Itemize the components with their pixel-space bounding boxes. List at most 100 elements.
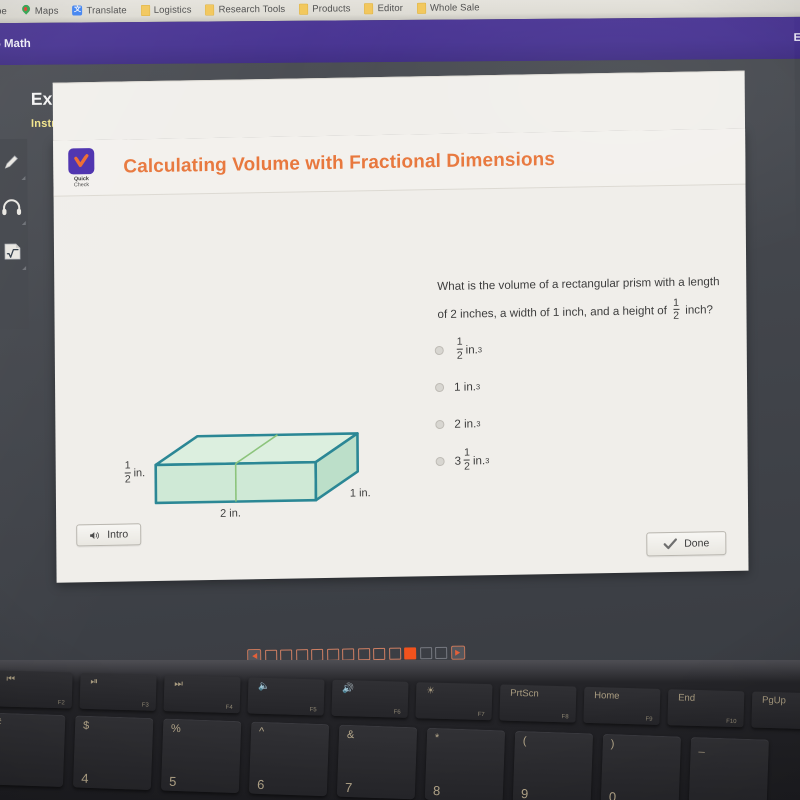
key-fn-label: F7 bbox=[477, 711, 485, 719]
folder-icon bbox=[299, 3, 309, 15]
bookmark-item-whole-sale[interactable]: Whole Sale bbox=[410, 0, 487, 19]
key-f4[interactable]: ⏭ F4 bbox=[163, 675, 241, 714]
lesson-page-body: Exploring Volume of a Rectangular Prism … bbox=[0, 58, 800, 672]
key-f3[interactable]: ⏯ F3 bbox=[79, 672, 157, 711]
folder-icon bbox=[364, 2, 374, 14]
bookmark-item-maps[interactable]: Maps bbox=[14, 0, 66, 22]
pager-square-11[interactable] bbox=[419, 647, 432, 660]
choice-option-a[interactable]: 1 2 in. 3 bbox=[434, 335, 489, 362]
fraction-numerator: 1 bbox=[673, 296, 679, 309]
question-text: What is the volume of a rectangular pris… bbox=[437, 267, 777, 329]
key-label: 8 bbox=[432, 782, 441, 799]
laptop-keyboard: ⏮ F2 ⏯ F3 ⏭ F4 🔈 F5 🔊 F6 ☀ F7 PrtScn F8 … bbox=[0, 660, 800, 800]
sqrt-calculator-icon bbox=[4, 243, 20, 260]
screen-area: be Maps 文 Translate Logistics Research T… bbox=[0, 0, 800, 672]
intro-button[interactable]: Intro bbox=[76, 523, 142, 547]
bookmark-label: Translate bbox=[86, 4, 127, 16]
card-footer bbox=[52, 70, 746, 141]
choice-label: 3 1 2 in. 3 bbox=[455, 446, 490, 473]
key-f10[interactable]: End F10 bbox=[667, 689, 745, 728]
key-label: 6 bbox=[256, 776, 265, 793]
answer-choices: 1 2 in. 3 1 in. 3 2 in. 3 3 1 2 in. 3 bbox=[434, 335, 490, 473]
key-3[interactable]: # 3 bbox=[0, 712, 66, 788]
key-label: 3 bbox=[0, 768, 1, 783]
key-9[interactable]: ( 9 bbox=[512, 730, 594, 800]
key-f7[interactable]: ☀ F7 bbox=[415, 682, 493, 721]
key-label: 0 bbox=[608, 789, 617, 800]
question-line-2-part-a: of 2 inches, a width of 1 inch, and a he… bbox=[437, 304, 667, 322]
key-f6[interactable]: 🔊 F6 bbox=[331, 679, 409, 718]
card-title: Calculating Volume with Fractional Dimen… bbox=[123, 148, 556, 178]
radio-button[interactable] bbox=[435, 456, 445, 466]
bookmark-item-products[interactable]: Products bbox=[292, 0, 357, 20]
done-button[interactable]: Done bbox=[646, 531, 727, 557]
radio-button[interactable] bbox=[435, 382, 445, 392]
pager-square-10-current[interactable] bbox=[404, 647, 417, 660]
key-glyph: 🔈 bbox=[258, 680, 271, 693]
key-minus[interactable]: _ - bbox=[688, 736, 770, 800]
prism-figure: 1 2 in. 2 in. 1 in. bbox=[125, 425, 372, 534]
bookmark-item-editor[interactable]: Editor bbox=[357, 0, 410, 19]
key-shift-label: # bbox=[0, 717, 1, 729]
key-shift-label: ^ bbox=[258, 725, 265, 739]
pager-square-9[interactable] bbox=[388, 647, 401, 660]
highlighter-tool[interactable] bbox=[0, 139, 27, 184]
key-glyph: PrtScn bbox=[510, 687, 539, 700]
choice-whole: 2 bbox=[454, 417, 461, 431]
choice-exponent: 3 bbox=[475, 381, 481, 391]
choice-exponent: 3 bbox=[485, 455, 490, 465]
key-f11[interactable]: PgUp F11 bbox=[751, 691, 800, 730]
key-f9[interactable]: Home F9 bbox=[583, 686, 661, 725]
choice-option-b[interactable]: 1 in. 3 bbox=[435, 375, 489, 398]
fraction-numerator: 1 bbox=[456, 335, 463, 348]
key-5[interactable]: % 5 bbox=[160, 718, 242, 794]
language-selector[interactable]: Eng bbox=[794, 32, 800, 44]
key-shift-label: ) bbox=[610, 738, 615, 751]
bookmark-item[interactable]: be bbox=[0, 0, 14, 22]
pencil-icon bbox=[4, 154, 18, 169]
pager-square-8[interactable] bbox=[373, 647, 386, 661]
choice-fraction: 1 2 bbox=[456, 335, 463, 362]
calculator-tool[interactable] bbox=[0, 229, 28, 274]
key-label: 4 bbox=[80, 770, 89, 786]
key-shift-label: & bbox=[346, 728, 355, 742]
map-pin-icon bbox=[21, 5, 31, 17]
question-line-2: of 2 inches, a width of 1 inch, and a he… bbox=[437, 295, 777, 329]
bookmark-item-logistics[interactable]: Logistics bbox=[134, 0, 199, 21]
key-f5[interactable]: 🔈 F5 bbox=[247, 677, 325, 716]
bookmark-label: Products bbox=[312, 2, 351, 15]
key-fn-label: F4 bbox=[225, 704, 233, 711]
pager-next-button[interactable] bbox=[450, 645, 465, 660]
audio-tool[interactable] bbox=[0, 184, 28, 229]
activity-card: Quick Check Calculating Volume with Frac… bbox=[52, 70, 749, 583]
folder-icon bbox=[416, 2, 427, 14]
key-glyph: Home bbox=[594, 690, 620, 702]
key-shift-label: * bbox=[434, 732, 440, 745]
pager-square-12[interactable] bbox=[435, 646, 448, 660]
rectangular-prism-illustration bbox=[154, 432, 360, 505]
key-label: 9 bbox=[520, 786, 529, 800]
key-7[interactable]: & 7 bbox=[336, 724, 418, 800]
fraction-denominator: 2 bbox=[464, 458, 471, 473]
key-8[interactable]: * 8 bbox=[424, 727, 506, 800]
pager-square-7[interactable] bbox=[357, 648, 370, 661]
pager-square-6[interactable] bbox=[342, 648, 355, 661]
key-shift-label: $ bbox=[82, 719, 90, 732]
choice-option-c[interactable]: 2 in. 3 bbox=[435, 412, 489, 435]
number-key-row: # 3 $ 4 % 5 ^ 6 & 7 * 8 bbox=[0, 712, 770, 800]
key-0[interactable]: ) 0 bbox=[600, 733, 682, 800]
choice-unit: in. bbox=[465, 342, 478, 357]
radio-button[interactable] bbox=[435, 419, 445, 429]
bookmark-item-translate[interactable]: 文 Translate bbox=[65, 0, 133, 22]
key-6[interactable]: ^ 6 bbox=[248, 721, 330, 797]
bookmark-label: Logistics bbox=[153, 4, 192, 16]
bookmark-item-research-tools[interactable]: Research Tools bbox=[198, 0, 292, 21]
choice-option-d[interactable]: 3 1 2 in. 3 bbox=[435, 446, 490, 473]
question-line-2-part-b: inch? bbox=[685, 303, 714, 317]
choice-label: 1 in. 3 bbox=[454, 380, 480, 393]
key-f2[interactable]: ⏮ F2 bbox=[0, 670, 73, 709]
key-f8[interactable]: PrtScn F8 bbox=[499, 684, 577, 723]
key-4[interactable]: $ 4 bbox=[72, 715, 154, 791]
key-fn-label: F5 bbox=[309, 707, 317, 714]
radio-button[interactable] bbox=[434, 345, 444, 355]
